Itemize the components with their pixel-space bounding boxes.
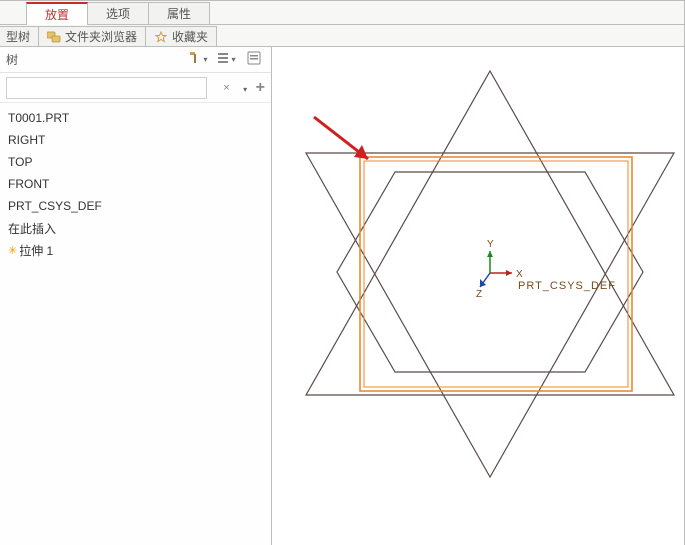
ribbon-tabs: 放置 选项 属性 — [0, 1, 684, 25]
highlighted-square-inner — [364, 161, 628, 387]
tree-item-label: T0001.PRT — [8, 111, 69, 125]
tree-item[interactable]: TOP — [0, 151, 271, 173]
plus-icon: + — [256, 79, 265, 96]
tree-item-label: 在此插入 — [8, 220, 56, 237]
chevron-down-icon: ▾ — [203, 55, 207, 64]
csys-label: PRT_CSYS_DEF — [518, 280, 616, 292]
panel-tabs: 型树 文件夹浏览器 收藏夹 — [0, 25, 684, 47]
tab-attributes[interactable]: 属性 — [148, 2, 210, 24]
tab-model-tree[interactable]: 型树 — [0, 26, 39, 46]
csys-z-label: Z — [476, 289, 482, 300]
columns: 树 ▾ ▾ — [0, 47, 684, 545]
tree-title: 树 — [6, 51, 181, 68]
tab-placement-label: 放置 — [45, 6, 69, 23]
csys-y-label: Y — [487, 239, 494, 250]
tree-item[interactable]: T0001.PRT — [0, 107, 271, 129]
triangle-up — [306, 71, 674, 395]
tree-item[interactable]: PRT_CSYS_DEF — [0, 195, 271, 217]
tree-item-label: PRT_CSYS_DEF — [8, 199, 102, 213]
app-window: 放置 选项 属性 型树 文件夹浏览器 收藏夹 树 — [0, 0, 685, 545]
settings-icon — [247, 51, 261, 68]
tab-placement[interactable]: 放置 — [26, 2, 88, 24]
tab-options-label: 选项 — [106, 5, 130, 22]
tab-attributes-label: 属性 — [167, 5, 191, 22]
tree-filter-input[interactable] — [6, 77, 207, 99]
chevron-down-icon: ▾ — [231, 55, 235, 64]
tree-tools-button[interactable]: ▾ — [187, 50, 209, 70]
tab-folder-browser[interactable]: 文件夹浏览器 — [38, 26, 146, 46]
sun-icon: ✳ — [8, 244, 17, 257]
tab-model-tree-label: 型树 — [6, 28, 30, 45]
tree-item[interactable]: 在此插入 — [0, 217, 271, 239]
tab-favorites-label: 收藏夹 — [172, 28, 208, 45]
model-tree-panel: 树 ▾ ▾ — [0, 47, 272, 545]
triangle-down — [306, 153, 674, 477]
tree-toolbar: 树 ▾ ▾ — [0, 47, 271, 73]
csys-x-label: X — [516, 269, 523, 280]
tree-item[interactable]: ✳拉伸 1 — [0, 239, 271, 261]
tree-item[interactable]: FRONT — [0, 173, 271, 195]
folders-icon — [47, 30, 61, 44]
star-icon — [154, 30, 168, 44]
tree-settings-button[interactable] — [243, 50, 265, 70]
list-icon — [216, 51, 230, 68]
tree-item[interactable]: RIGHT — [0, 129, 271, 151]
filter-dropdown[interactable]: ▾ — [240, 81, 250, 95]
model-tree: T0001.PRT RIGHT TOP FRONT PRT_CSYS_DEF 在… — [0, 103, 271, 261]
tree-display-button[interactable]: ▾ — [215, 50, 237, 70]
tab-options[interactable]: 选项 — [87, 2, 149, 24]
tree-item-label: RIGHT — [8, 133, 45, 147]
tree-item-label: 拉伸 1 — [19, 242, 53, 259]
clear-icon[interactable]: × — [223, 82, 229, 94]
filter-input-wrap: × — [6, 77, 234, 99]
csys: X Y Z PRT_CSYS_DEF — [476, 239, 616, 300]
tab-favorites[interactable]: 收藏夹 — [145, 26, 217, 46]
tree-filter-row: × ▾ + — [0, 73, 271, 103]
add-button[interactable]: + — [256, 79, 265, 97]
tree-item-label: TOP — [8, 155, 32, 169]
highlighted-square-outer — [360, 157, 632, 391]
canvas-svg: X Y Z PRT_CSYS_DEF — [272, 47, 684, 545]
tab-folder-browser-label: 文件夹浏览器 — [65, 28, 137, 45]
tree-item-label: FRONT — [8, 177, 49, 191]
chevron-down-icon: ▾ — [243, 85, 247, 94]
graphics-canvas[interactable]: X Y Z PRT_CSYS_DEF — [272, 47, 684, 545]
hammer-icon — [188, 51, 202, 68]
